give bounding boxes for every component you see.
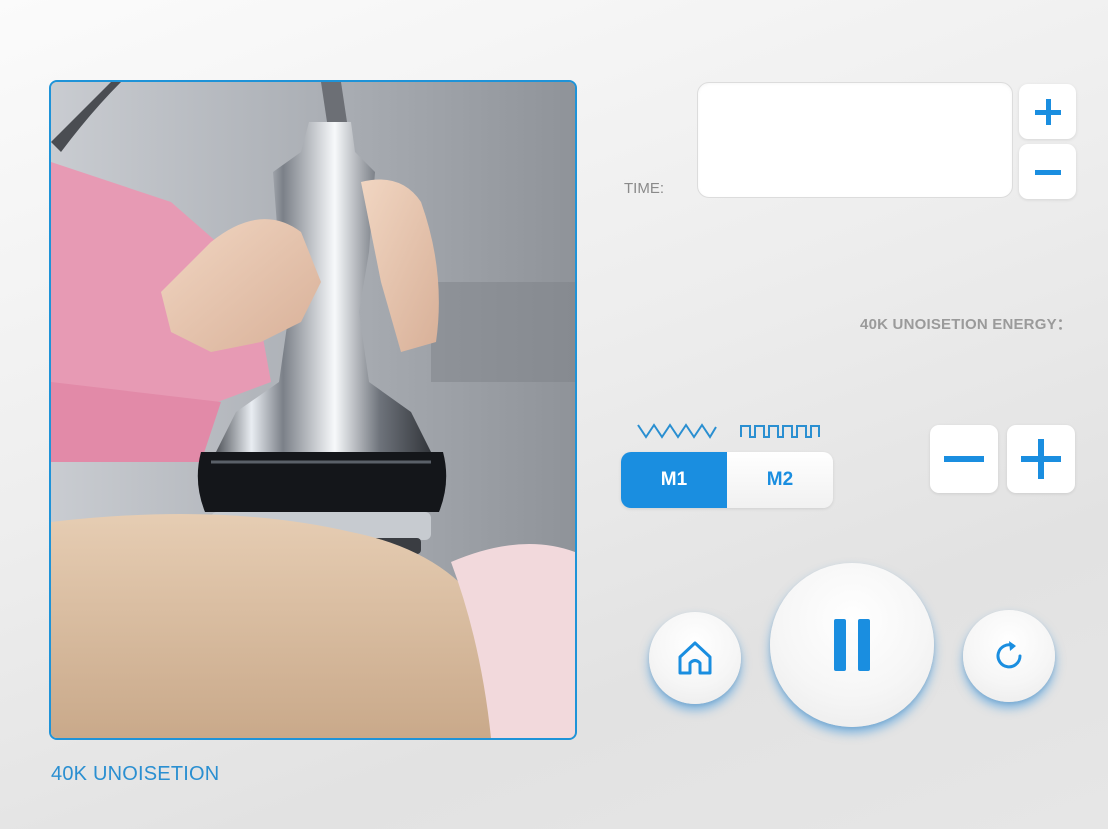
refresh-icon <box>996 641 1022 669</box>
sine-wave-icon <box>637 423 717 439</box>
pause-icon <box>834 619 870 671</box>
home-icon <box>678 641 712 675</box>
home-button[interactable] <box>649 612 741 704</box>
energy-label: 40K UNOISETION ENERGY： <box>860 316 1072 333</box>
minus-icon <box>1034 169 1061 175</box>
mode-m2-button[interactable]: M2 <box>727 452 833 508</box>
mode-m1-button[interactable]: M1 <box>621 452 727 508</box>
energy-increase-button[interactable] <box>1007 425 1075 493</box>
pause-button[interactable] <box>770 563 934 727</box>
treatment-photo <box>49 80 577 740</box>
energy-decrease-button[interactable] <box>930 425 998 493</box>
plus-icon <box>1034 98 1061 125</box>
time-label: TIME: <box>624 180 664 197</box>
square-wave-icon <box>740 425 820 438</box>
photo-caption: 40K UNOISETION <box>51 763 220 785</box>
reset-button[interactable] <box>963 610 1055 702</box>
time-display <box>697 82 1013 198</box>
time-decrease-button[interactable] <box>1019 144 1076 199</box>
minus-icon <box>944 456 984 462</box>
time-increase-button[interactable] <box>1019 84 1076 139</box>
plus-icon <box>1021 439 1061 479</box>
mode-toggle: M1 M2 <box>621 452 833 508</box>
